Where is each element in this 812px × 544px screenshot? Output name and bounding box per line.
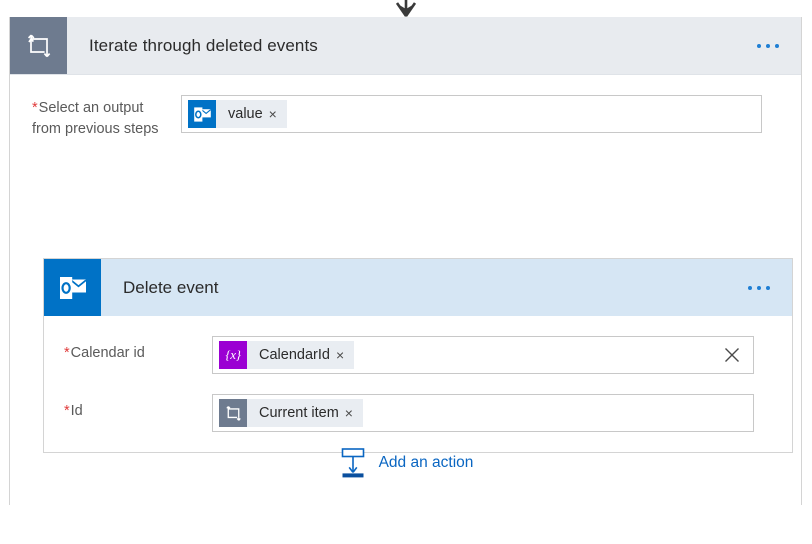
calendar-id-input[interactable]: {x} CalendarId × <box>212 336 754 374</box>
select-output-label: *Select an output from previous steps <box>10 95 181 140</box>
clear-field-button[interactable] <box>723 346 741 364</box>
loop-card-body: *Select an output from previous steps va… <box>10 75 801 505</box>
foreach-loop-card: Iterate through deleted events *Select a… <box>9 17 802 505</box>
action-card-title: Delete event <box>123 277 219 297</box>
calendar-id-field-row: *Calendar id {x} CalendarId × <box>44 316 792 374</box>
arrow-down-icon <box>395 0 417 17</box>
action-card-menu-button[interactable] <box>748 259 792 316</box>
expression-icon: {x} <box>219 341 247 369</box>
add-action-icon-glyph <box>341 448 364 478</box>
calendar-id-label-text: Calendar id <box>70 345 145 361</box>
add-action-label: Add an action <box>378 454 474 471</box>
select-output-field-row: *Select an output from previous steps va… <box>10 75 801 140</box>
loop-icon-glyph <box>225 405 241 421</box>
id-label: *Id <box>44 394 212 419</box>
id-label-text: Id <box>70 403 83 419</box>
token-chip-current-item[interactable]: Current item × <box>219 399 363 427</box>
select-output-input[interactable]: value × <box>181 95 762 133</box>
menu-dot <box>766 285 770 290</box>
loop-card-menu-button[interactable] <box>757 17 801 74</box>
token-remove-button[interactable]: × <box>336 348 354 362</box>
select-output-label-line1: Select an output <box>38 100 144 116</box>
close-icon <box>725 348 739 362</box>
menu-dot <box>757 285 761 290</box>
expression-icon-glyph: {x} <box>225 347 241 362</box>
menu-dot <box>748 285 752 290</box>
id-input[interactable]: Current item × <box>212 394 754 432</box>
menu-dot <box>757 43 761 48</box>
required-marker: * <box>64 403 70 419</box>
menu-dot <box>766 43 770 48</box>
outlook-icon-glyph <box>193 106 211 122</box>
calendar-id-label: *Calendar id <box>44 336 212 361</box>
action-card-header[interactable]: Delete event <box>44 259 792 316</box>
required-marker: * <box>64 345 70 361</box>
required-marker: * <box>32 100 38 116</box>
loop-card-header[interactable]: Iterate through deleted events <box>10 17 801 75</box>
token-chip-label: CalendarId <box>259 347 330 363</box>
action-card-body: *Calendar id {x} CalendarId × *Id Curren… <box>44 316 792 452</box>
add-action-button[interactable]: Add an action <box>10 447 801 479</box>
loop-icon <box>10 17 67 74</box>
loop-card-title: Iterate through deleted events <box>89 35 318 55</box>
flow-connector-arrow <box>0 0 812 18</box>
select-output-label-line2: from previous steps <box>32 121 159 137</box>
token-remove-button[interactable]: × <box>269 107 287 121</box>
token-chip-calendarid[interactable]: {x} CalendarId × <box>219 341 355 369</box>
token-chip-label: Current item <box>259 405 339 421</box>
outlook-icon <box>188 100 216 128</box>
token-chip-label: value <box>228 106 263 122</box>
token-remove-button[interactable]: × <box>345 406 363 420</box>
outlook-icon-glyph <box>59 276 87 299</box>
id-field-row: *Id Current item × <box>44 374 792 432</box>
outlook-icon <box>44 259 101 316</box>
menu-dot <box>775 43 779 48</box>
loop-icon <box>219 399 247 427</box>
token-chip-value[interactable]: value × <box>188 100 287 128</box>
loop-icon-glyph <box>27 34 50 57</box>
add-action-icon <box>338 447 368 479</box>
delete-event-action-card: Delete event *Calendar id {x} CalendarId… <box>43 258 793 453</box>
